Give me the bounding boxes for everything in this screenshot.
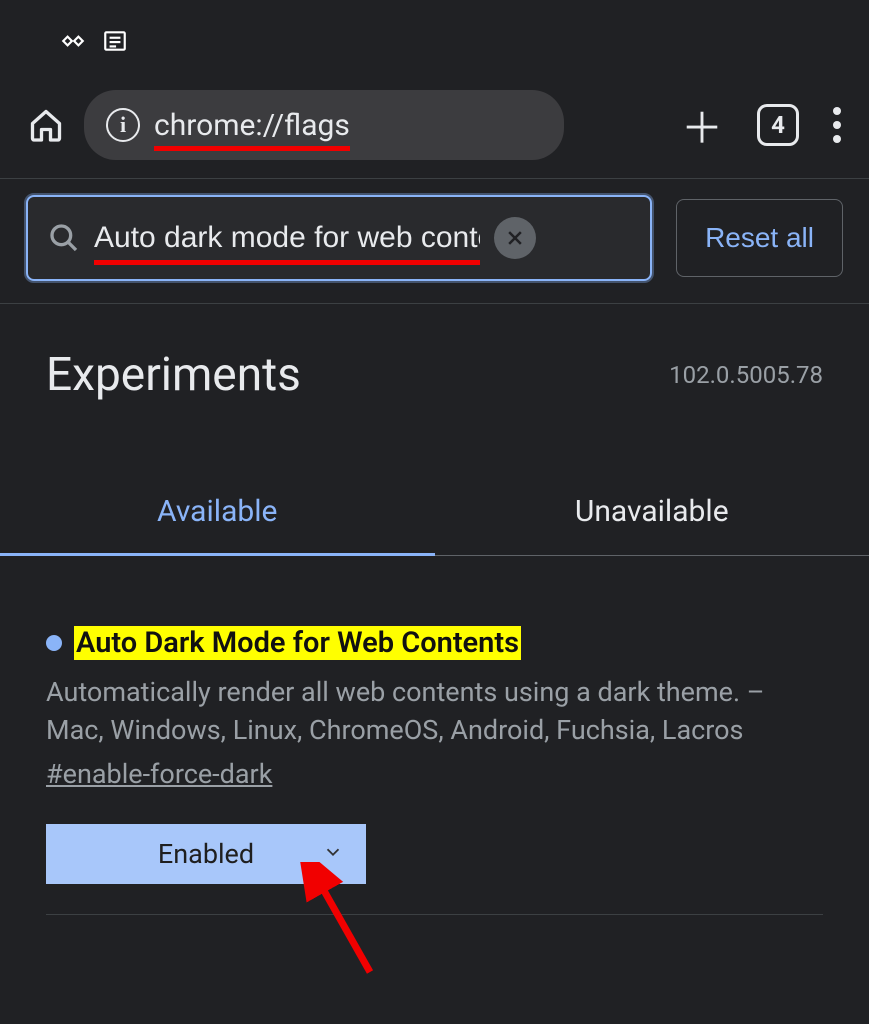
tabs: Available Unavailable (0, 474, 869, 556)
modified-indicator-icon (46, 635, 62, 651)
info-icon: i (106, 108, 140, 142)
page-title: Experiments (46, 348, 301, 402)
tab-available[interactable]: Available (0, 474, 435, 556)
tab-unavailable[interactable]: Unavailable (435, 474, 869, 556)
flag-description: Automatically render all web contents us… (46, 674, 823, 750)
flag-title: Auto Dark Mode for Web Contents (74, 626, 521, 660)
home-button[interactable] (28, 107, 64, 143)
new-tab-button[interactable]: ＋ (681, 95, 723, 156)
flags-search-box[interactable] (26, 195, 652, 281)
search-icon (48, 222, 80, 254)
devtools-icon (60, 28, 86, 58)
reset-all-button[interactable]: Reset all (676, 199, 843, 277)
flag-select[interactable]: Enabled (46, 824, 366, 884)
flags-search-input[interactable] (94, 221, 480, 255)
flag-item: Auto Dark Mode for Web Contents Automati… (0, 556, 869, 945)
flag-select-value: Enabled (158, 838, 254, 870)
overflow-menu-button[interactable] (833, 107, 841, 143)
version-text: 102.0.5005.78 (669, 361, 823, 389)
url-text: chrome://flags (154, 108, 350, 143)
flag-anchor-name[interactable]: #enable-force-dark (46, 758, 823, 790)
browser-toolbar: i chrome://flags ＋ 4 (0, 68, 869, 178)
chevron-down-icon (322, 838, 344, 870)
omnibox[interactable]: i chrome://flags (84, 90, 564, 160)
news-icon (102, 28, 128, 58)
clear-search-button[interactable] (494, 217, 536, 259)
tab-switcher-button[interactable]: 4 (757, 104, 799, 146)
